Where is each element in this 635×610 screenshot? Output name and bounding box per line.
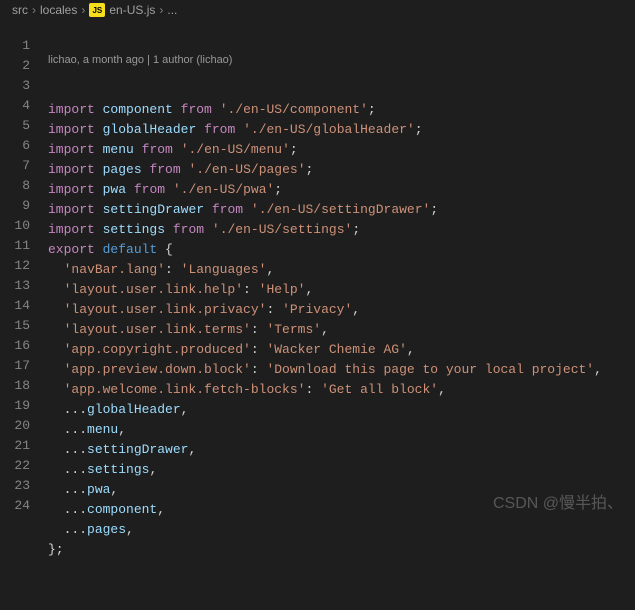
code-line[interactable]: 'app.welcome.link.fetch-blocks': 'Get al… [48,380,635,400]
line-number: 9 [0,196,48,216]
line-number: 23 [0,476,48,496]
code-line[interactable]: ...globalHeader, [48,400,635,420]
line-number: 16 [0,336,48,356]
breadcrumb-seg-src[interactable]: src [12,3,28,17]
code-line[interactable] [48,560,635,580]
js-file-icon: JS [89,3,105,17]
line-number: 20 [0,416,48,436]
code-line[interactable]: 'app.copyright.produced': 'Wacker Chemie… [48,340,635,360]
chevron-right-icon: › [159,3,163,17]
line-number: 11 [0,236,48,256]
code-line[interactable]: ...settingDrawer, [48,440,635,460]
code-line[interactable]: import component from './en-US/component… [48,100,635,120]
line-number: 19 [0,396,48,416]
code-line[interactable]: import settings from './en-US/settings'; [48,220,635,240]
code-editor[interactable]: 123456789101112131415161718192021222324 … [0,20,635,610]
code-line[interactable]: 'layout.user.link.privacy': 'Privacy', [48,300,635,320]
code-line[interactable]: 'layout.user.link.terms': 'Terms', [48,320,635,340]
code-line[interactable]: import pages from './en-US/pages'; [48,160,635,180]
breadcrumb-tail[interactable]: ... [167,3,177,17]
code-area[interactable]: lichao, a month ago | 1 author (lichao) … [48,36,635,610]
line-number: 14 [0,296,48,316]
line-number: 8 [0,176,48,196]
code-line[interactable]: import settingDrawer from './en-US/setti… [48,200,635,220]
line-number: 22 [0,456,48,476]
breadcrumb-file[interactable]: en-US.js [109,3,155,17]
code-line[interactable]: ...pages, [48,520,635,540]
line-number: 2 [0,56,48,76]
line-number: 15 [0,316,48,336]
line-number: 10 [0,216,48,236]
chevron-right-icon: › [81,3,85,17]
code-line[interactable]: ...menu, [48,420,635,440]
code-line[interactable]: }; [48,540,635,560]
line-number: 24 [0,496,48,516]
line-number: 1 [0,36,48,56]
codelens-author[interactable]: lichao, a month ago | 1 author (lichao) [48,52,635,68]
line-number-gutter: 123456789101112131415161718192021222324 [0,36,48,610]
line-number: 4 [0,96,48,116]
line-number: 21 [0,436,48,456]
line-number: 3 [0,76,48,96]
code-line[interactable]: ...settings, [48,460,635,480]
line-number: 7 [0,156,48,176]
breadcrumb[interactable]: src › locales › JS en-US.js › ... [0,0,635,20]
line-number: 6 [0,136,48,156]
line-number: 5 [0,116,48,136]
line-number: 17 [0,356,48,376]
code-line[interactable]: 'layout.user.link.help': 'Help', [48,280,635,300]
code-line[interactable]: import pwa from './en-US/pwa'; [48,180,635,200]
line-number: 12 [0,256,48,276]
breadcrumb-seg-locales[interactable]: locales [40,3,77,17]
code-line[interactable]: import globalHeader from './en-US/global… [48,120,635,140]
chevron-right-icon: › [32,3,36,17]
code-line[interactable]: import menu from './en-US/menu'; [48,140,635,160]
line-number: 13 [0,276,48,296]
watermark: CSDN @慢半拍、 [493,489,623,513]
line-number: 18 [0,376,48,396]
code-line[interactable]: export default { [48,240,635,260]
code-line[interactable]: 'app.preview.down.block': 'Download this… [48,360,635,380]
code-line[interactable]: 'navBar.lang': 'Languages', [48,260,635,280]
